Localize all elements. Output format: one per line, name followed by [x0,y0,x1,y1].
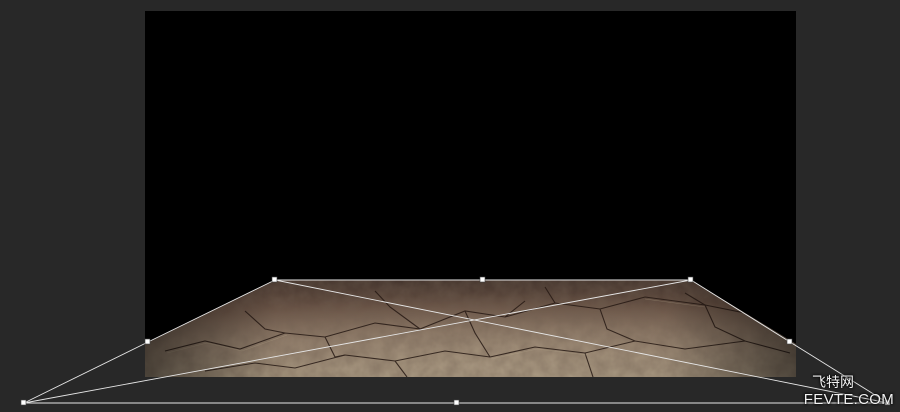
transform-left-edge-upper [147,279,276,343]
handle-bottom-middle[interactable] [453,399,460,406]
transform-left-edge-lower [23,341,149,404]
handle-bottom-left[interactable] [20,399,27,406]
transform-handles[interactable] [20,276,891,406]
transform-diagonal-b [23,279,692,404]
site-watermark: 飞特网 FEVTE.COM [803,375,894,408]
photoshop-workspace: 飞特网 FEVTE.COM [0,0,900,412]
free-transform-overlay[interactable] [0,0,900,412]
transform-bounding-box [23,279,889,404]
watermark-en-text: FEVTE.COM [803,390,894,408]
handle-middle-left[interactable] [144,338,151,345]
watermark-cn-text: 飞特网 [812,375,854,392]
handle-top-left[interactable] [271,276,278,283]
handle-middle-right[interactable] [786,338,793,345]
transform-diagonal-a [274,279,889,404]
handle-top-middle[interactable] [479,276,486,283]
transform-right-edge-upper [690,279,791,343]
handle-top-right[interactable] [687,276,694,283]
